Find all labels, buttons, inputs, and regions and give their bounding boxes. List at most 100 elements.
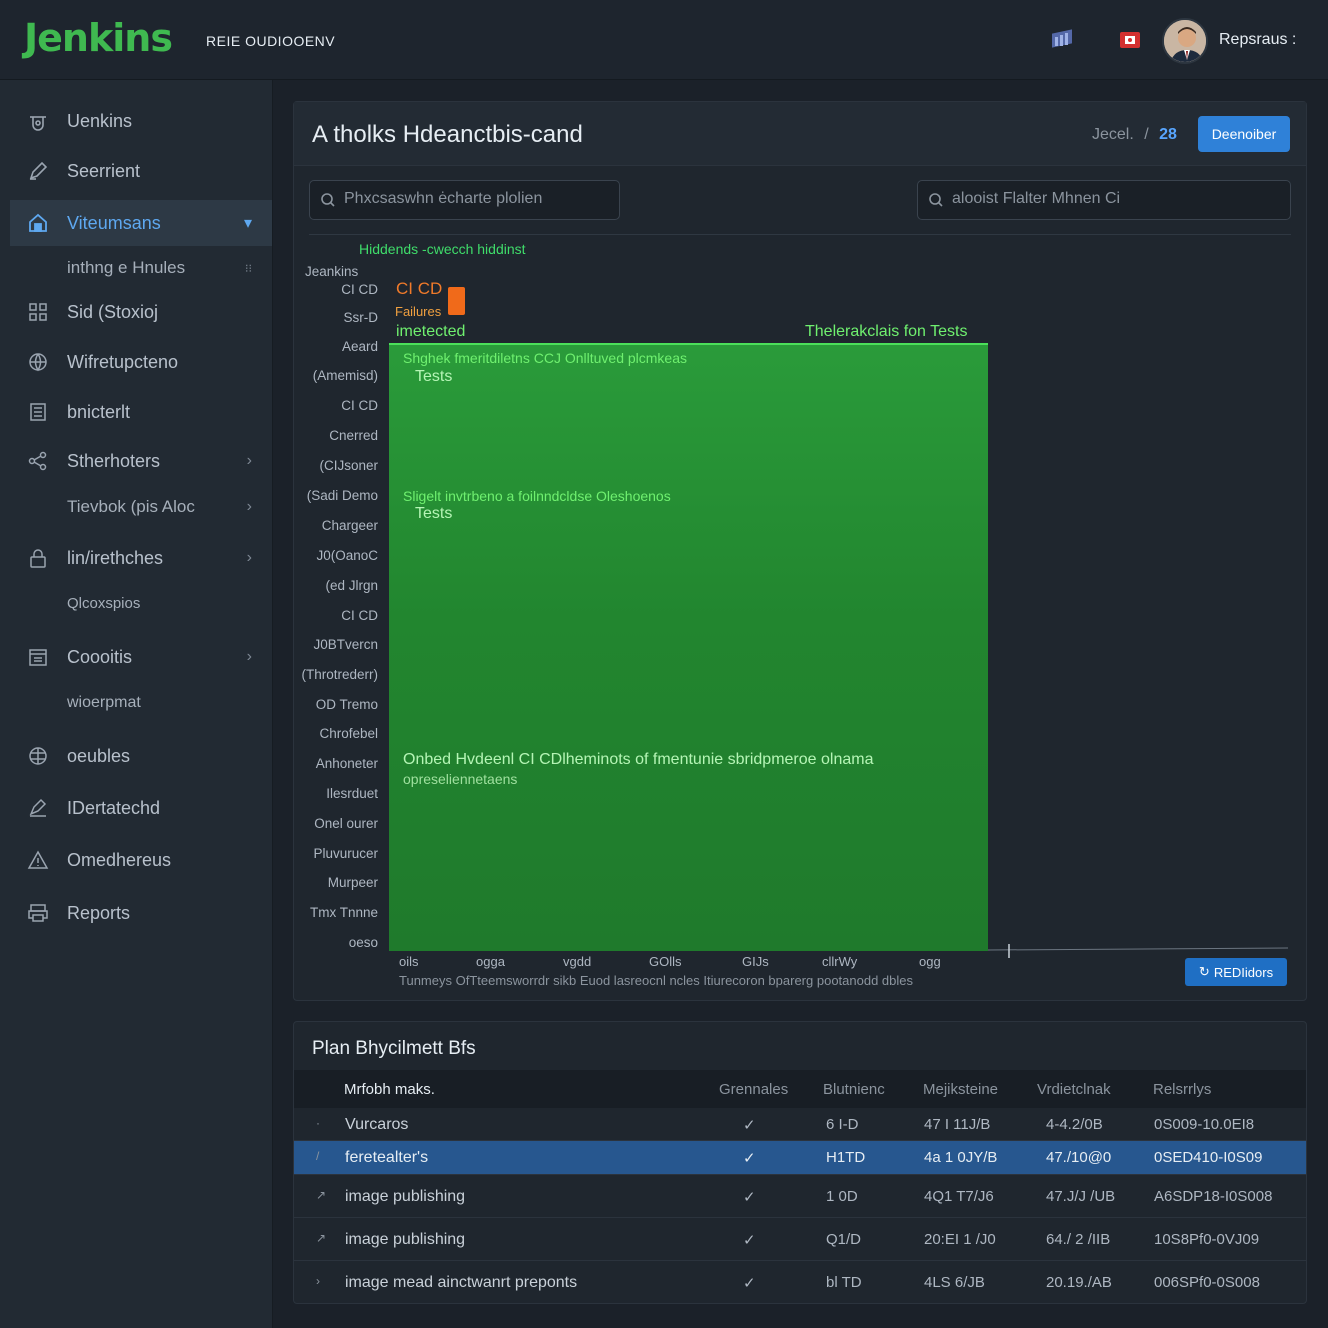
- row-expand-icon[interactable]: ↗: [316, 1231, 326, 1245]
- column-header[interactable]: Grennales: [719, 1081, 788, 1098]
- row-expand-icon[interactable]: ·: [316, 1116, 320, 1130]
- sidebar-item-label: Wifretupcteno: [67, 351, 179, 372]
- row-cell: Q1/D: [826, 1231, 862, 1248]
- sidebar-item-label: oeubles: [67, 745, 131, 766]
- avatar[interactable]: [1162, 18, 1208, 64]
- chart-annotation: Failures: [395, 304, 442, 319]
- card-header: A tholks Hdeanctbis-cand Jecel. / 28 Dee…: [294, 102, 1306, 166]
- sidebar-item-label: wioerpmat: [67, 694, 141, 711]
- failure-marker[interactable]: [448, 287, 465, 315]
- y-tick-label: Cnerred: [329, 428, 378, 443]
- sidebar-item-bnicterlt[interactable]: bnicterlt: [10, 389, 272, 435]
- row-cell: 4Q1 T7/J6: [924, 1188, 994, 1205]
- sidebar-item-jenkins[interactable]: Uenkins: [10, 98, 272, 144]
- y-tick-label: Ssr-D: [343, 310, 379, 325]
- chart-card: A tholks Hdeanctbis-cand Jecel. / 28 Dee…: [293, 101, 1307, 1001]
- sidebar-item-lin-irethches[interactable]: lin/irethches ›: [10, 535, 272, 581]
- sidebar-item-label: Stherhoters: [67, 450, 161, 471]
- chevron-right-icon[interactable]: ›: [247, 549, 252, 567]
- table-row[interactable]: · Vurcaros ✓ 6 I-D 47 I 11J/B 4-4.2/0B 0S009-1…: [294, 1108, 1306, 1141]
- sidebar-item-idertatechd[interactable]: IDertatechd: [10, 785, 272, 831]
- column-header[interactable]: Mejiksteine: [923, 1081, 998, 1098]
- column-header[interactable]: Mrfobh maks.: [344, 1081, 435, 1098]
- chart-icon[interactable]: [1050, 28, 1074, 52]
- check-icon: ✓: [743, 1150, 756, 1167]
- sidebar-item-omedhereus[interactable]: Omedhereus: [10, 837, 272, 883]
- y-tick-label: OD Tremo: [315, 697, 378, 712]
- chevron-right-icon[interactable]: ›: [247, 498, 252, 516]
- breadcrumb-separator: /: [1144, 126, 1149, 143]
- chevron-right-icon[interactable]: ›: [247, 452, 252, 470]
- check-icon: ✓: [743, 1275, 756, 1292]
- table-row[interactable]: ↗ image publishing ✓ Q1/D 20:EI 1 /J0 64./ 2 …: [294, 1218, 1306, 1261]
- sidebar-item-label: IDertatechd: [67, 797, 161, 818]
- filter-input[interactable]: [952, 190, 1280, 208]
- column-header[interactable]: Blutnienc: [823, 1081, 885, 1098]
- chart-annotation: Thelerakclais fon Tests: [805, 323, 968, 340]
- column-header[interactable]: Relsrrlys: [1153, 1081, 1211, 1098]
- sidebar-item-wifretupcteno[interactable]: Wifretupcteno: [10, 339, 272, 385]
- refresh-icon: ↻: [1198, 964, 1210, 979]
- sidebar-item-coooitis[interactable]: Coooitis ›: [10, 634, 272, 680]
- row-cell: 4LS 6/JB: [924, 1274, 985, 1291]
- pencil-icon: [26, 159, 50, 183]
- reports-button[interactable]: ↻ REDIidors: [1185, 958, 1287, 986]
- y-tick-label: oeso: [348, 935, 378, 950]
- sidebar-subitem[interactable]: wioerpmat: [10, 680, 272, 726]
- search-input[interactable]: [344, 190, 609, 208]
- x-tick-label: GOlls: [649, 954, 682, 969]
- sidebar-item-label: Uenkins: [67, 110, 133, 131]
- jenkins-logo[interactable]: Jenkins: [24, 16, 173, 60]
- chevron-right-icon[interactable]: ›: [247, 648, 252, 666]
- row-name: feretealter's: [345, 1149, 429, 1166]
- y-tick-label: CI CD: [341, 282, 378, 297]
- chart-annotation: Tests: [415, 368, 453, 385]
- row-name: image mead ainctwanrt preponts: [345, 1274, 578, 1291]
- x-tick-label: cllrWy: [822, 954, 858, 969]
- table-row[interactable]: / feretealter's ✓ H1TD 4a 1 0JY/B 47./10@0 0SE…: [294, 1141, 1306, 1175]
- row-cell: 10S8Pf0-0VJ09: [1154, 1231, 1260, 1248]
- top-header: Jenkins REIE OUDIOOENV Repsraus :: [0, 0, 1328, 80]
- row-cell: 64./ 2 /IIB: [1046, 1231, 1111, 1248]
- chevron-down-icon[interactable]: ▾: [244, 213, 252, 233]
- column-header[interactable]: Vrdietclnak: [1037, 1081, 1111, 1098]
- chart-plot-area[interactable]: Shghek fmeritdiletns CCJ Onlltuved plcmk…: [389, 343, 988, 951]
- sidebar-subitem[interactable]: Tievbok (pis Aloc ›: [10, 484, 272, 530]
- warning-icon: [26, 848, 50, 872]
- row-name: image publishing: [345, 1188, 466, 1205]
- sidebar-item-sid[interactable]: Sid (Stoxioj: [10, 289, 272, 335]
- breadcrumb-count[interactable]: 28: [1159, 126, 1177, 143]
- breadcrumb-item[interactable]: Jecel.: [1092, 126, 1134, 143]
- user-menu[interactable]: Repsraus :: [1219, 31, 1296, 49]
- row-expand-icon[interactable]: /: [316, 1149, 319, 1163]
- chart-title: Hiddends -cwecch hiddinst: [359, 241, 526, 257]
- sidebar-subitem[interactable]: Qlcoxspios: [10, 580, 272, 626]
- sidebar-item-viteumsans[interactable]: Viteumsans ▾: [10, 200, 272, 246]
- y-tick-label: Pluvurucer: [313, 846, 378, 861]
- x-tick-label: GIJs: [742, 954, 769, 969]
- sidebar-item-seerrient[interactable]: Seerrient: [10, 148, 272, 194]
- table-row[interactable]: › image mead ainctwanrt preponts ✓ bl TD 4LS…: [294, 1261, 1306, 1303]
- chart-annotation: Tests: [415, 505, 453, 522]
- sidebar-item-reports[interactable]: Reports: [10, 890, 272, 936]
- search-box-left[interactable]: [309, 180, 620, 220]
- sidebar-item-stherhoters[interactable]: Stherhoters ›: [10, 438, 272, 484]
- search-icon: [928, 192, 944, 213]
- sidebar: Uenkins Seerrient Viteumsans ▾ inthng e …: [0, 80, 273, 1328]
- printer-icon: [26, 901, 50, 925]
- row-cell: 006SPf0-0S008: [1154, 1274, 1260, 1291]
- sidebar-item-label: Reports: [67, 902, 131, 923]
- search-box-right[interactable]: [917, 180, 1291, 220]
- y-tick-label: (Throtrederr): [301, 667, 378, 682]
- sidebar-item-label: Viteumsans: [67, 212, 161, 233]
- primary-button[interactable]: Deenoiber: [1198, 116, 1290, 152]
- sidebar-subitem[interactable]: inthng e Hnules ⁝⁝: [10, 245, 272, 291]
- row-expand-icon[interactable]: ›: [316, 1274, 320, 1288]
- table-row[interactable]: ↗ image publishing ✓ 1 0D 4Q1 T7/J6 47.J/J /U…: [294, 1175, 1306, 1218]
- breadcrumb[interactable]: Jecel. / 28: [1092, 126, 1177, 144]
- row-cell: H1TD: [826, 1149, 866, 1166]
- notification-icon[interactable]: [1118, 28, 1142, 52]
- row-expand-icon[interactable]: ↗: [316, 1188, 326, 1202]
- y-tick-label: (CIJsoner: [319, 458, 378, 473]
- sidebar-item-oeubles[interactable]: oeubles: [10, 733, 272, 779]
